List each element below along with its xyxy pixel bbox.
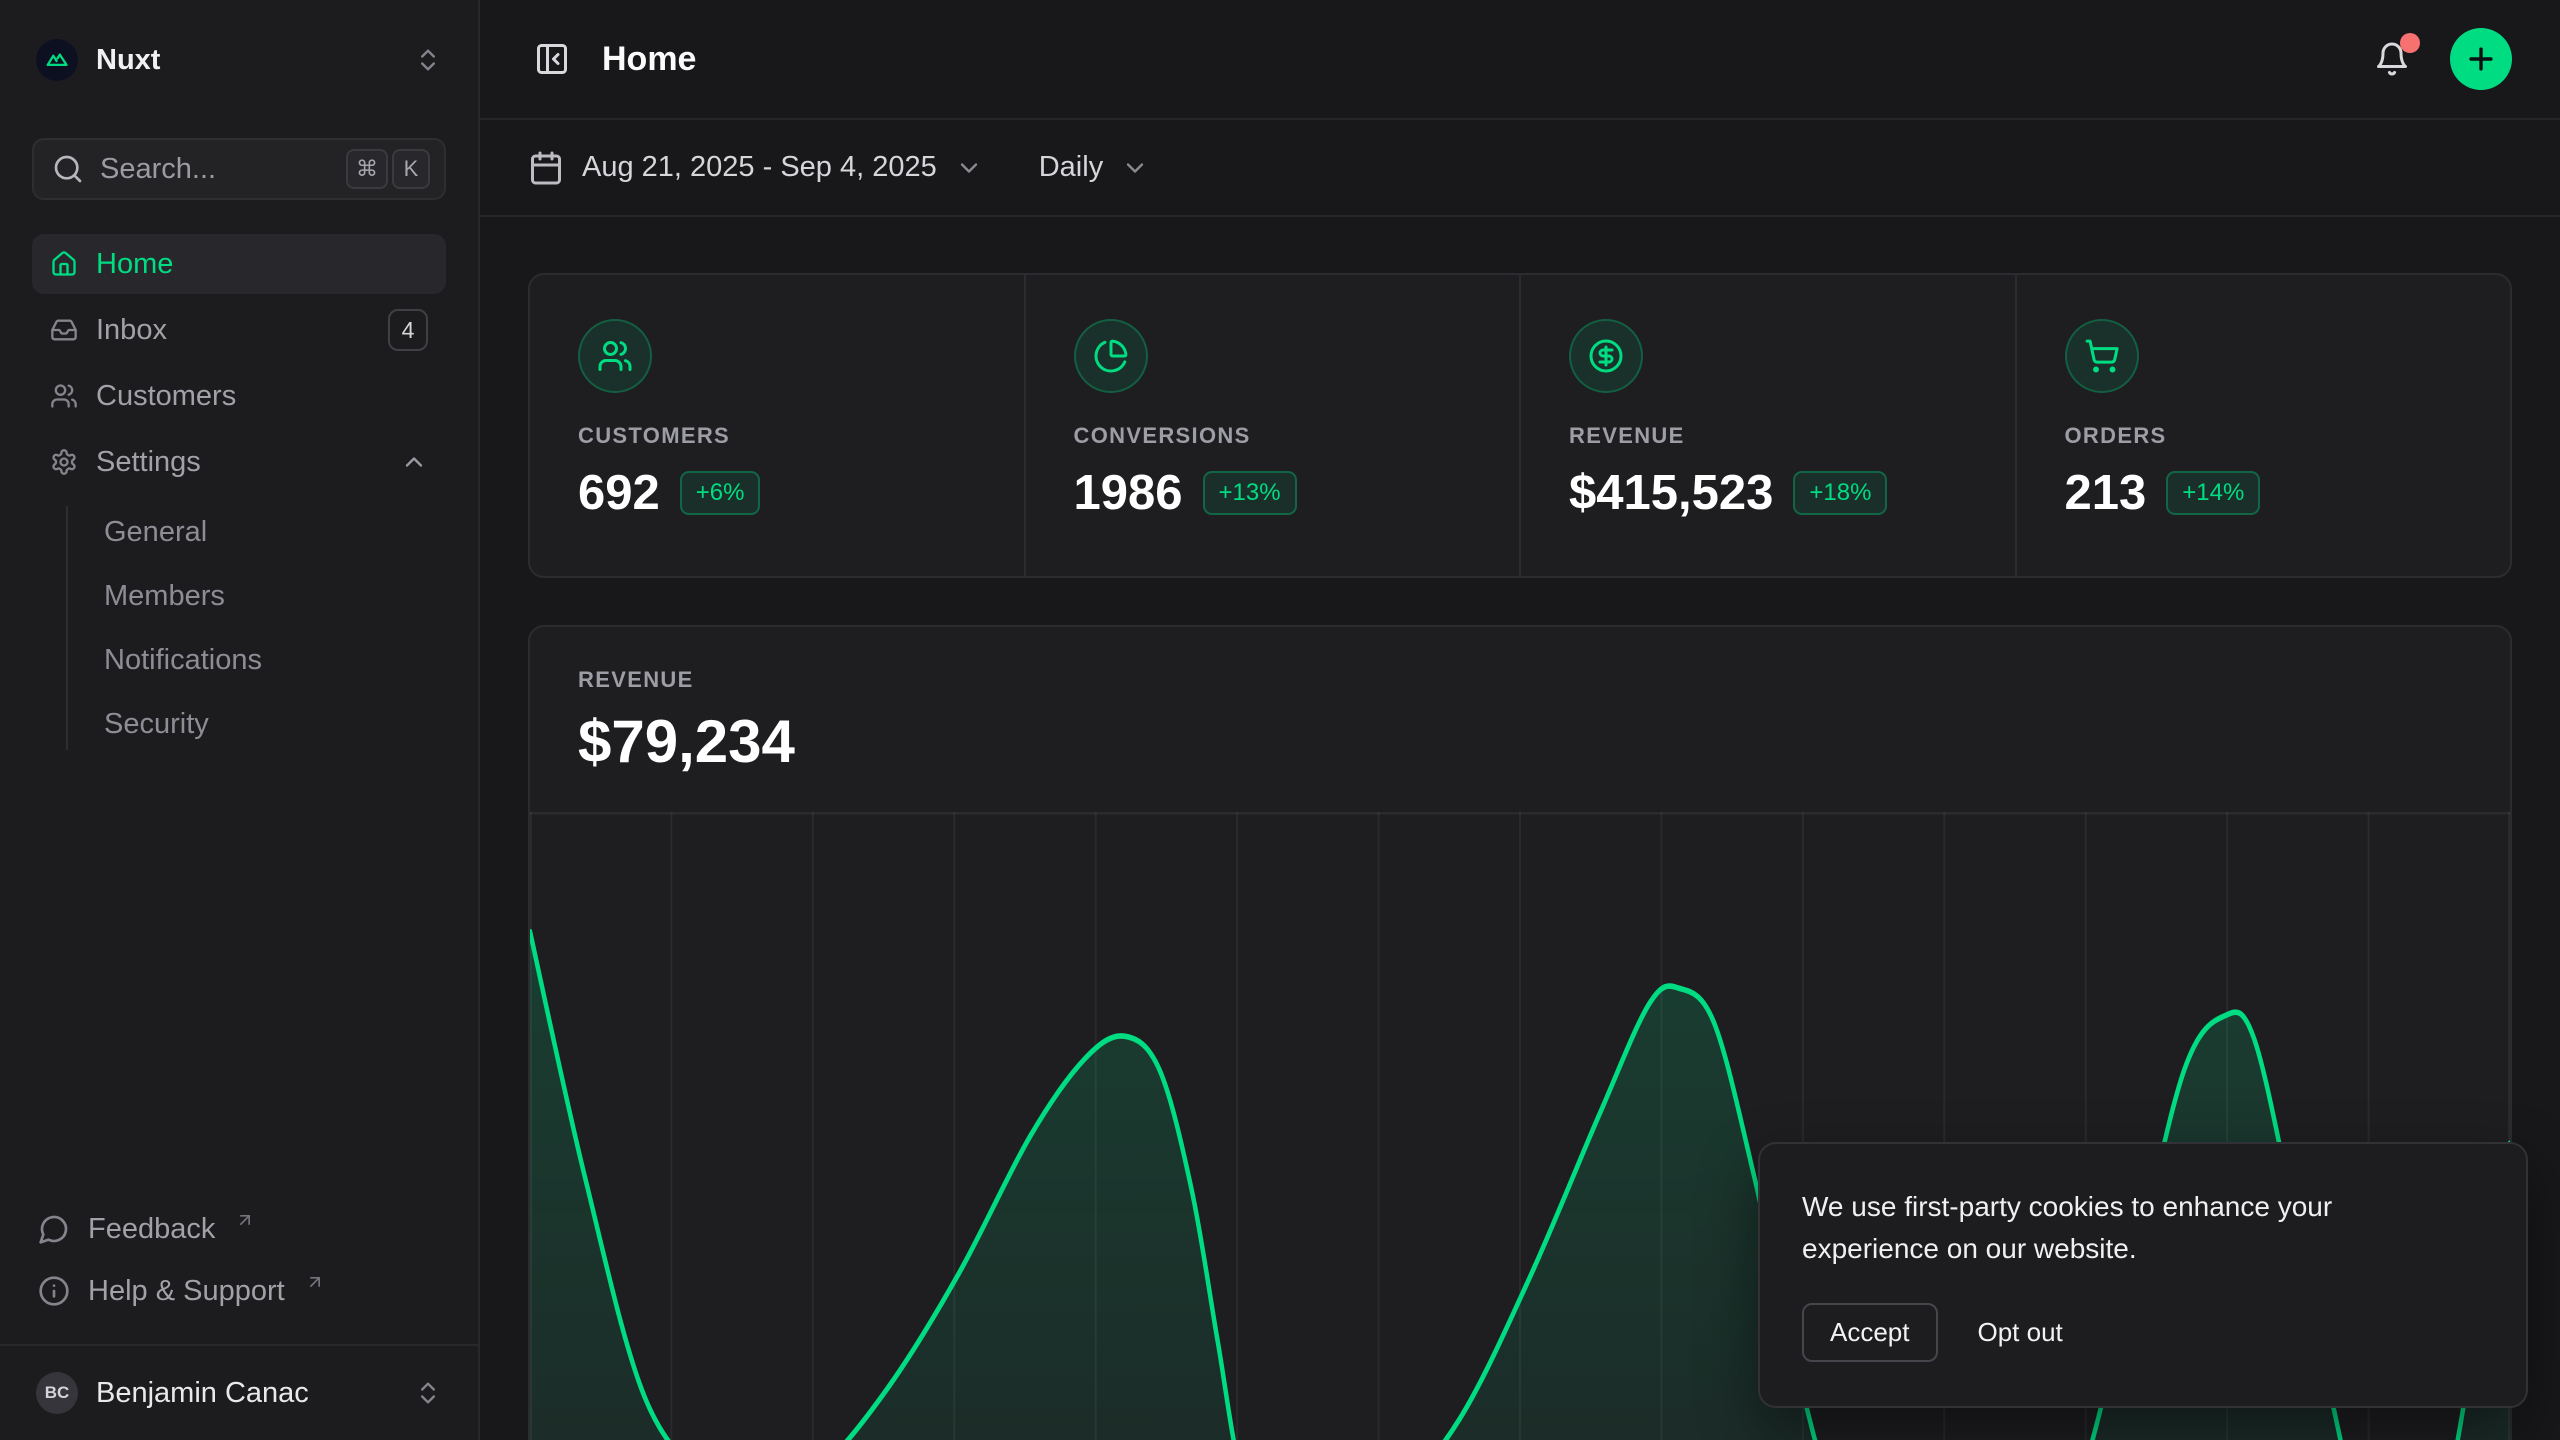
user-menu[interactable]: BC Benjamin Canac xyxy=(0,1344,478,1440)
kbd-key: ⌘ xyxy=(346,149,388,189)
gear-icon xyxy=(50,448,78,476)
sidebar-link-feedback[interactable]: Feedback xyxy=(32,1198,446,1260)
stats-row: CUSTOMERS 692 +6% CONVERSIONS 1986 +13% … xyxy=(528,273,2512,578)
shopping-cart-icon xyxy=(2065,319,2139,393)
users-icon xyxy=(578,319,652,393)
stat-card-revenue: REVENUE $415,523 +18% xyxy=(1521,275,2015,576)
search-icon xyxy=(52,153,84,185)
kbd-key: K xyxy=(392,149,430,189)
sidebar-subitem-members[interactable]: Members xyxy=(104,564,446,628)
revenue-chart-label: REVENUE xyxy=(578,667,2462,693)
chevron-down-icon xyxy=(955,154,983,182)
message-circle-icon xyxy=(38,1213,70,1245)
inbox-icon xyxy=(50,316,78,344)
chevrons-up-down-icon xyxy=(414,1379,442,1407)
granularity-select[interactable]: Daily xyxy=(1039,151,1149,184)
avatar: BC xyxy=(36,1372,78,1414)
team-switcher[interactable]: Nuxt xyxy=(32,24,446,96)
page-title: Home xyxy=(602,40,696,79)
home-icon xyxy=(50,250,78,278)
stat-card-customers: CUSTOMERS 692 +6% xyxy=(530,275,1024,576)
notification-dot xyxy=(2400,33,2420,53)
delta-badge: +14% xyxy=(2166,471,2260,515)
granularity-label: Daily xyxy=(1039,151,1103,184)
team-name: Nuxt xyxy=(96,44,396,77)
sidebar-subitem-general[interactable]: General xyxy=(104,500,446,564)
search-input[interactable]: Search... ⌘K xyxy=(32,138,446,200)
arrow-up-right-icon xyxy=(235,1205,255,1238)
sidebar-subitem-security[interactable]: Security xyxy=(104,692,446,756)
circle-dollar-icon xyxy=(1569,319,1643,393)
date-range-picker[interactable]: Aug 21, 2025 - Sep 4, 2025 xyxy=(528,150,983,186)
sidebar-link-help-support[interactable]: Help & Support xyxy=(32,1260,446,1322)
cookie-banner: We use first-party cookies to enhance yo… xyxy=(1758,1142,2528,1408)
collapse-sidebar-button[interactable] xyxy=(528,35,576,83)
revenue-chart-value: $79,234 xyxy=(578,707,2462,776)
sidebar-subitem-notifications[interactable]: Notifications xyxy=(104,628,446,692)
app-window: Nuxt Search... ⌘K Home Inbox4 Customers … xyxy=(0,0,2560,1440)
search-placeholder: Search... xyxy=(100,153,326,186)
sidebar-item-settings[interactable]: Settings xyxy=(32,432,446,492)
user-name: Benjamin Canac xyxy=(96,1377,396,1410)
sidebar: Nuxt Search... ⌘K Home Inbox4 Customers … xyxy=(0,0,480,1440)
accept-button[interactable]: Accept xyxy=(1802,1303,1938,1362)
stat-card-orders: ORDERS 213 +14% xyxy=(2017,275,2511,576)
delta-badge: +18% xyxy=(1793,471,1887,515)
cookie-message: We use first-party cookies to enhance yo… xyxy=(1802,1186,2422,1269)
chevrons-up-down-icon xyxy=(414,46,442,74)
chart-pie-icon xyxy=(1074,319,1148,393)
date-range-label: Aug 21, 2025 - Sep 4, 2025 xyxy=(582,151,937,184)
chevron-down-icon xyxy=(1121,154,1149,182)
sidebar-menu: Home Inbox4 Customers Settings GeneralMem… xyxy=(32,234,446,756)
nuxt-logo-icon xyxy=(36,39,78,81)
inbox-count-badge: 4 xyxy=(388,309,428,351)
notifications-button[interactable] xyxy=(2368,35,2416,83)
users-icon xyxy=(50,382,78,410)
opt-out-button[interactable]: Opt out xyxy=(1978,1317,2063,1348)
delta-badge: +13% xyxy=(1203,471,1297,515)
filters-toolbar: Aug 21, 2025 - Sep 4, 2025 Daily xyxy=(480,120,2560,217)
settings-submenu: GeneralMembersNotificationsSecurity xyxy=(66,500,446,756)
sidebar-item-customers[interactable]: Customers xyxy=(32,366,446,426)
sidebar-item-inbox[interactable]: Inbox4 xyxy=(32,300,446,360)
page-header: Home xyxy=(480,0,2560,120)
arrow-up-right-icon xyxy=(305,1267,325,1300)
add-button[interactable] xyxy=(2450,28,2512,90)
sidebar-footer: Feedback Help & Support xyxy=(0,1198,478,1336)
info-circle-icon xyxy=(38,1275,70,1307)
search-shortcut: ⌘K xyxy=(342,149,430,189)
chevron-up-icon xyxy=(400,448,428,476)
calendar-icon xyxy=(528,150,564,186)
delta-badge: +6% xyxy=(680,471,761,515)
sidebar-item-home[interactable]: Home xyxy=(32,234,446,294)
stat-card-conversions: CONVERSIONS 1986 +13% xyxy=(1026,275,1520,576)
